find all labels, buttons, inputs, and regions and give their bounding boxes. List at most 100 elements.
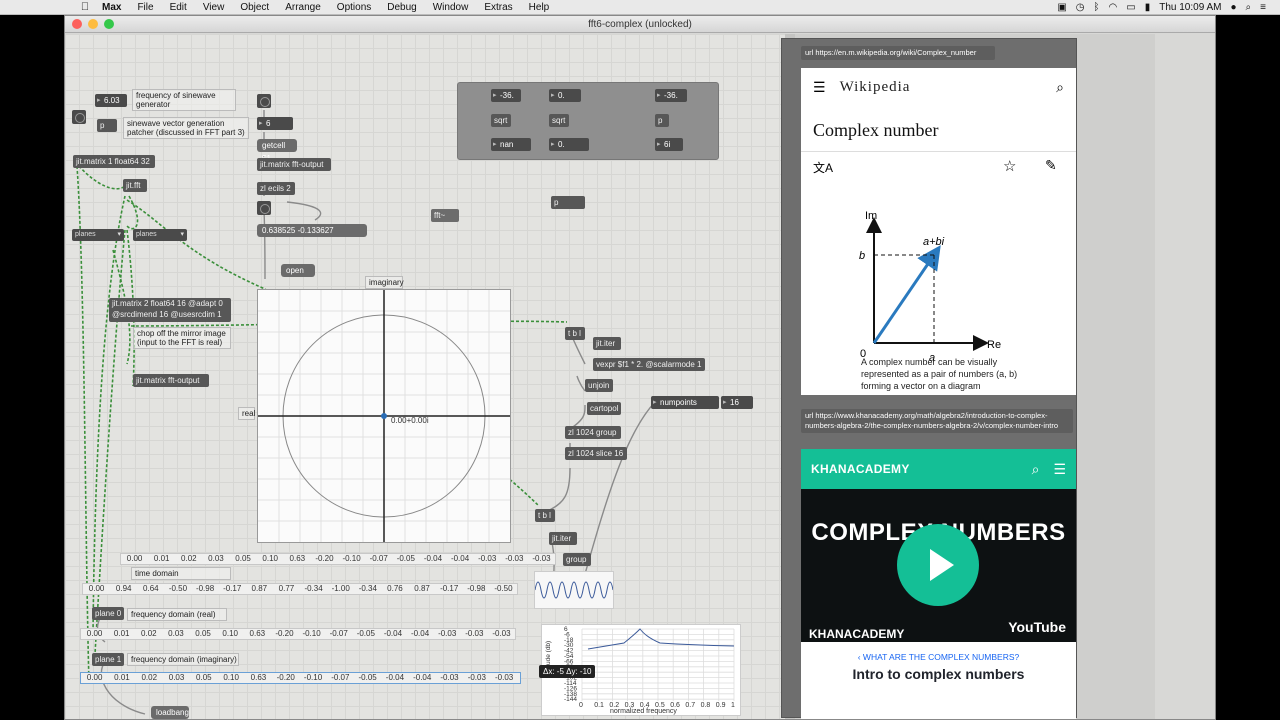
slider-value[interactable]: -0.03 xyxy=(528,554,555,564)
spotlight-icon[interactable]: ⌕ xyxy=(1246,2,1252,13)
clock-status-icon[interactable]: ◷ xyxy=(1076,2,1085,13)
group-object[interactable]: group xyxy=(563,553,591,566)
menu-window[interactable]: Window xyxy=(433,2,469,13)
slider-value[interactable]: -0.07 xyxy=(365,554,392,564)
slider-value[interactable]: 0.63 xyxy=(284,554,311,564)
slider-value[interactable]: -0.20 xyxy=(272,673,299,683)
plane-1-message[interactable]: plane 1 xyxy=(92,653,124,666)
slider-value[interactable]: -0.98 xyxy=(463,584,490,594)
jit-iter-2[interactable]: jit.iter xyxy=(549,532,577,545)
slider-value[interactable]: 0.87 xyxy=(246,584,273,594)
jit-iter-1[interactable]: jit.iter xyxy=(593,337,621,350)
slider-value[interactable]: -0.17 xyxy=(219,584,246,594)
slider-value[interactable]: 0.00 xyxy=(83,584,110,594)
multislider-imag[interactable]: 0.00 0.01 0.02 0.03 0.05 0.10 0.63 -0.20 -0.10 -0… xyxy=(80,672,521,684)
jit-matrix-2[interactable]: jit.matrix 2 float64 16 @adapt 0 @srcdim… xyxy=(109,298,231,322)
slider-value[interactable]: -0.10 xyxy=(298,629,325,639)
play-icon[interactable] xyxy=(897,524,979,606)
slider-value[interactable]: -0.04 xyxy=(447,554,474,564)
menu-app[interactable]: Max xyxy=(102,2,121,13)
slider-value[interactable]: -0.10 xyxy=(299,673,326,683)
menu-edit[interactable]: Edit xyxy=(170,2,187,13)
slider-value[interactable]: -0.03 xyxy=(490,673,517,683)
zl-ecils[interactable]: zl ecils 2 xyxy=(257,182,295,195)
apple-icon[interactable]:  xyxy=(78,1,92,13)
battery-icon[interactable]: ▮ xyxy=(1145,2,1151,13)
video-player[interactable]: COMPLEX NUMBERS KHANACADEMY YouTube xyxy=(801,489,1076,642)
user-icon[interactable]: ● xyxy=(1231,2,1237,13)
numpoints-number[interactable]: 16 xyxy=(721,396,753,409)
complex-plane-plot[interactable]: 0.00+0.00i xyxy=(257,289,511,543)
search-icon-khan[interactable]: ⌕ xyxy=(1032,461,1040,478)
menu-extras[interactable]: Extras xyxy=(484,2,512,13)
trigger-tbl-1[interactable]: t b l xyxy=(565,327,585,340)
jit-matrix-1[interactable]: jit.matrix 1 float64 32 xyxy=(73,155,155,168)
slider-value[interactable]: 0.05 xyxy=(190,629,217,639)
sqrt-a-number[interactable]: -36. xyxy=(491,89,521,102)
cell-index-number[interactable]: 6 xyxy=(257,117,293,130)
screen-icon[interactable]: ▣ xyxy=(1057,2,1066,13)
vexpr-object[interactable]: vexpr $f1 * 2. @scalarmode 1 xyxy=(593,358,705,371)
slider-value[interactable]: -0.50 xyxy=(164,584,191,594)
slider-value[interactable]: -0.03 xyxy=(461,629,488,639)
jit-matrix-fft-output-a[interactable]: jit.matrix fft-output xyxy=(133,374,209,387)
freq-number[interactable]: 6.03 xyxy=(95,94,127,107)
notification-icon[interactable]: ≡ xyxy=(1260,2,1266,13)
menu-options[interactable]: Options xyxy=(337,2,371,13)
khan-url-message[interactable]: url https://www.khanacademy.org/math/alg… xyxy=(801,409,1073,433)
slider-value[interactable]: -0.03 xyxy=(501,554,528,564)
menu-help[interactable]: Help xyxy=(529,2,550,13)
planes-menu-a[interactable]: planes xyxy=(72,229,124,241)
jit-matrix-fft-output-b[interactable]: jit.matrix fft-output xyxy=(257,158,331,171)
slider-value[interactable]: -0.05 xyxy=(354,673,381,683)
menu-view[interactable]: View xyxy=(203,2,225,13)
bluetooth-icon[interactable]: ᛒ xyxy=(1094,2,1100,13)
slider-value[interactable]: -0.04 xyxy=(409,673,436,683)
slider-value[interactable]: 0.00 xyxy=(121,554,148,564)
slider-value[interactable]: -0.07 xyxy=(325,629,352,639)
slider-value[interactable]: 0.03 xyxy=(202,554,229,564)
search-icon[interactable]: ⌕ xyxy=(1056,79,1064,96)
slider-value[interactable]: -0.03 xyxy=(434,629,461,639)
slider-value[interactable]: 0.94 xyxy=(110,584,137,594)
menubar-clock[interactable]: Thu 10:09 AM xyxy=(1159,2,1221,13)
star-icon[interactable]: ☆ xyxy=(1003,157,1016,175)
slider-value[interactable]: 0.76 xyxy=(381,584,408,594)
menu-debug[interactable]: Debug xyxy=(387,2,416,13)
slider-value[interactable]: 0.10 xyxy=(257,554,284,564)
zl-slice[interactable]: zl 1024 slice 16 xyxy=(565,447,627,460)
sqrt-b[interactable]: sqrt xyxy=(549,114,569,127)
khan-logo[interactable]: KHANACADEMY xyxy=(811,462,910,476)
khan-academy-page[interactable]: KHANACADEMY ⌕ ☰ COMPLEX NUMBERS KHANACAD… xyxy=(801,449,1076,719)
menu-arrange[interactable]: Arrange xyxy=(285,2,321,13)
sqrt-b-output[interactable]: 0. xyxy=(549,138,589,151)
slider-value[interactable]: 0.00 xyxy=(81,673,108,683)
bang-button-2[interactable] xyxy=(257,94,271,108)
slider-value[interactable]: 0.01 xyxy=(148,554,175,564)
sqrt-a[interactable]: sqrt xyxy=(491,114,511,127)
slider-value[interactable]: 0.87 xyxy=(409,584,436,594)
loadbang-object[interactable]: loadbang xyxy=(151,706,189,719)
slider-value[interactable]: -0.03 xyxy=(436,673,463,683)
slider-value[interactable]: -0.98 xyxy=(192,584,219,594)
slider-value[interactable]: -1.00 xyxy=(327,584,354,594)
unjoin-object[interactable]: unjoin xyxy=(585,379,613,392)
slider-value[interactable]: 0.03 xyxy=(162,629,189,639)
bang-button-3[interactable] xyxy=(257,201,271,215)
slider-value[interactable]: 0.64 xyxy=(137,584,164,594)
slider-value[interactable]: 0.02 xyxy=(175,554,202,564)
planes-menu-b[interactable]: planes xyxy=(133,229,187,241)
zl-group[interactable]: zl 1024 group xyxy=(565,426,621,439)
multislider-real[interactable]: 0.00 0.01 0.02 0.03 0.05 0.10 0.63 -0.20 -0.10 -0… xyxy=(80,628,516,640)
menu-file[interactable]: File xyxy=(137,2,153,13)
menu-object[interactable]: Object xyxy=(240,2,269,13)
slider-value[interactable]: 0.02 xyxy=(135,629,162,639)
multislider-top[interactable]: 0.00 0.01 0.02 0.03 0.05 0.10 0.63 -0.20 -0.10 -0… xyxy=(120,553,556,565)
slider-value[interactable]: -0.04 xyxy=(381,673,408,683)
slider-value[interactable]: 0.63 xyxy=(244,629,271,639)
complex-value-message[interactable]: 0.638525 -0.133627 xyxy=(257,224,367,237)
slider-value[interactable]: -0.05 xyxy=(392,554,419,564)
airplay-icon[interactable]: ▭ xyxy=(1126,2,1135,13)
p-small[interactable]: p xyxy=(551,196,585,209)
slider-value[interactable]: -0.07 xyxy=(327,673,354,683)
